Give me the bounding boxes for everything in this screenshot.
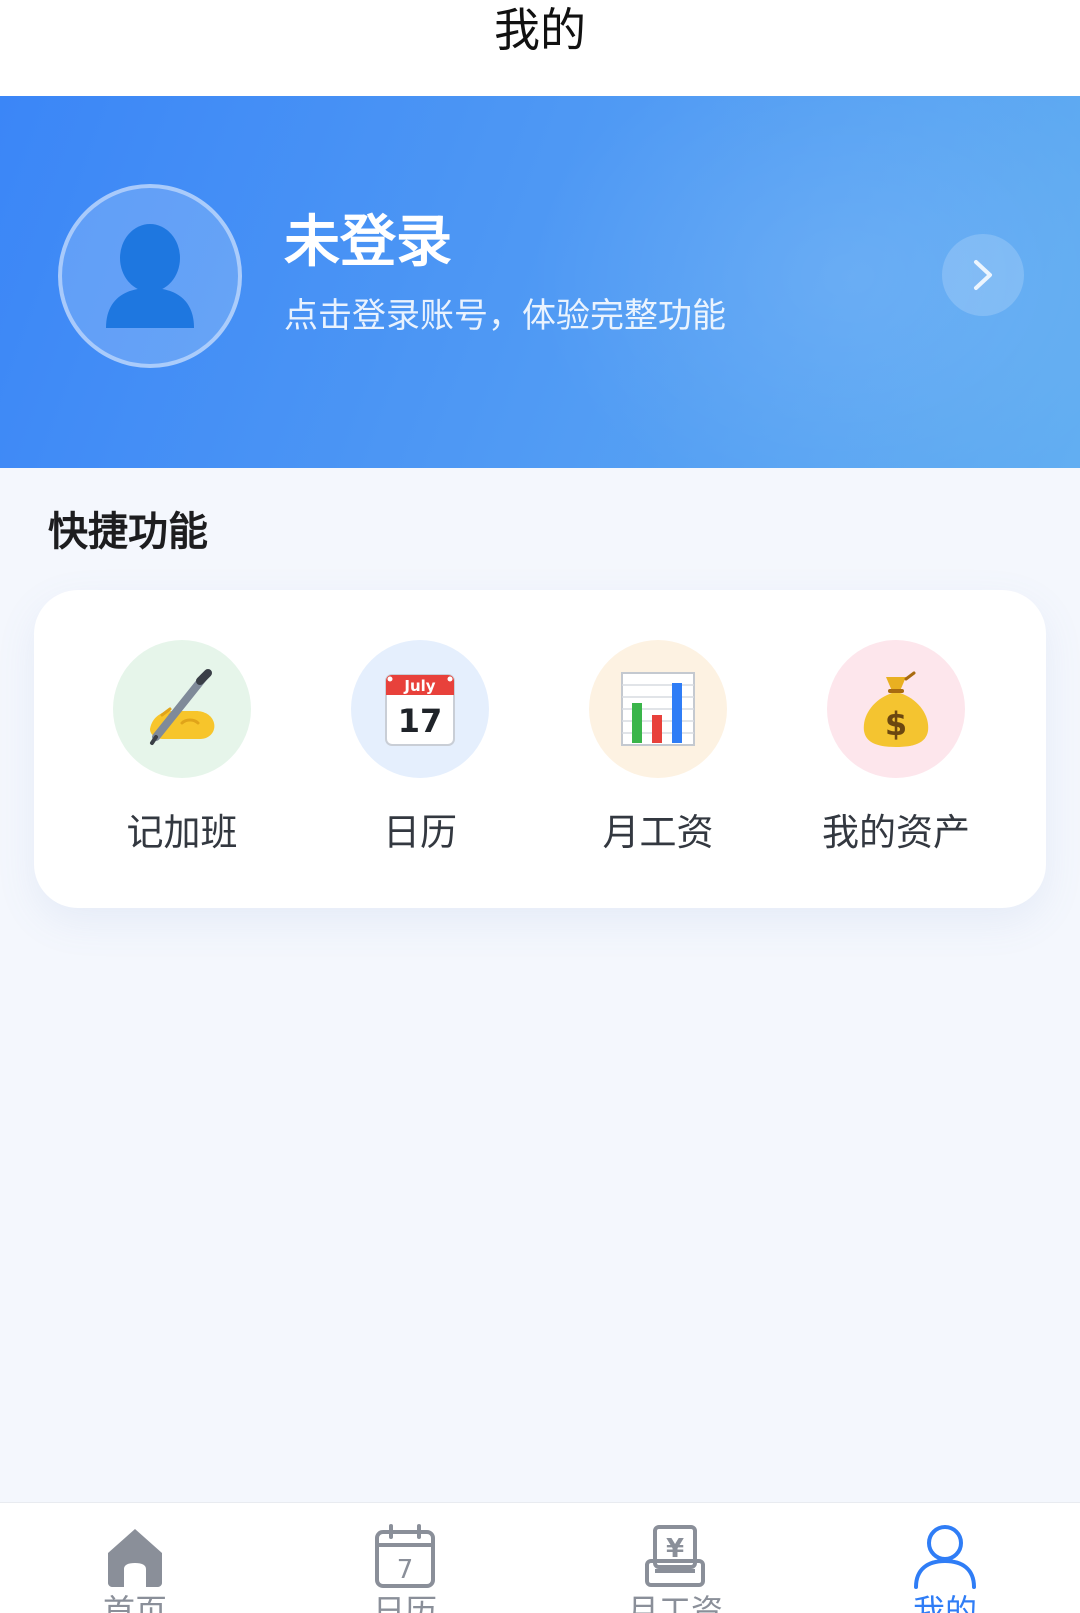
- tab-mine[interactable]: 我的: [810, 1503, 1080, 1613]
- quick-item-my-assets[interactable]: $ 我的资产: [786, 640, 1006, 870]
- calendar-tab-icon: 7: [375, 1524, 435, 1588]
- calendar-icon: July 17: [385, 674, 455, 746]
- calendar-tab-day: 7: [397, 1555, 414, 1585]
- calendar-day-text: 17: [398, 702, 443, 740]
- quick-item-overtime[interactable]: 记加班: [72, 640, 292, 870]
- tab-label: 我的: [912, 1592, 977, 1613]
- bottom-tab-bar: 首页 7 日历 ¥ 月工资 我的: [0, 1502, 1080, 1613]
- login-hint-text[interactable]: 点击登录账号，体验完整功能: [284, 294, 726, 338]
- profile-enter-button[interactable]: [942, 234, 1024, 316]
- bar-chart-icon: [621, 672, 695, 746]
- quick-item-label: 记加班: [126, 811, 238, 854]
- quick-item-label: 日历: [383, 811, 457, 854]
- login-status-title[interactable]: 未登录: [284, 208, 452, 278]
- page-title: 我的: [494, 3, 586, 57]
- quick-functions-title: 快捷功能: [48, 509, 208, 555]
- chevron-right-icon: [974, 260, 992, 290]
- tab-label: 月工资: [626, 1592, 723, 1613]
- salary-yen-symbol: ¥: [666, 1534, 684, 1564]
- assets-icon-bg: $: [827, 640, 965, 778]
- user-silhouette-icon: [106, 224, 194, 328]
- quick-item-calendar[interactable]: July 17 日历: [310, 640, 530, 870]
- dollar-sign: $: [885, 705, 907, 743]
- title-bar: 我的: [0, 0, 1080, 96]
- overtime-icon-bg: [113, 640, 251, 778]
- salary-icon-bg: [589, 640, 727, 778]
- quick-item-label: 月工资: [602, 811, 714, 854]
- tab-home[interactable]: 首页: [0, 1503, 270, 1613]
- writing-hand-icon: [150, 669, 215, 745]
- tab-monthly-salary[interactable]: ¥ 月工资: [540, 1503, 810, 1613]
- tab-label: 首页: [102, 1592, 167, 1613]
- salary-icon: ¥: [645, 1525, 705, 1587]
- money-bag-icon: $: [863, 671, 929, 747]
- quick-item-label: 我的资产: [822, 811, 970, 854]
- quick-item-monthly-salary[interactable]: 月工资: [548, 640, 768, 870]
- avatar[interactable]: [58, 184, 242, 368]
- profile-icon: [914, 1525, 976, 1589]
- tab-calendar[interactable]: 7 日历: [270, 1503, 540, 1613]
- profile-header[interactable]: 未登录 点击登录账号，体验完整功能: [0, 96, 1080, 468]
- calendar-month-text: July: [403, 677, 435, 695]
- tab-label: 日历: [372, 1592, 437, 1613]
- profile-page: 我的 未登录 点击登录账号，体验完整功能 快捷功能 记加班 July 17 日历…: [0, 0, 1080, 1613]
- home-icon: [108, 1529, 162, 1587]
- calendar-icon-bg: July 17: [351, 640, 489, 778]
- quick-functions-card: 记加班 July 17 日历 月工资 $ 我的资产: [34, 590, 1046, 908]
